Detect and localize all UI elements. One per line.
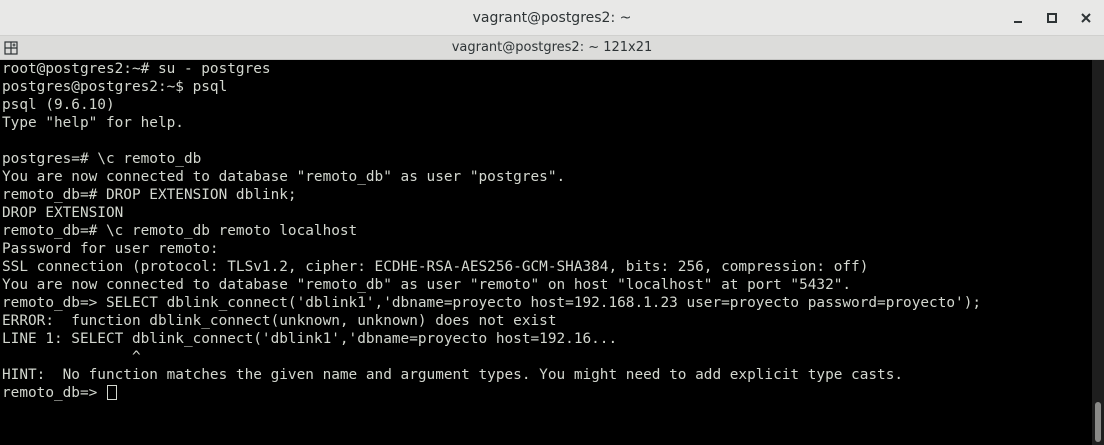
terminal-scrollbar[interactable] (1092, 60, 1104, 445)
minimize-icon (1014, 21, 1022, 23)
close-button[interactable] (1076, 8, 1096, 28)
tab-bar: vagrant@postgres2: ~ 121x21 (0, 36, 1104, 60)
minimize-button[interactable] (1008, 8, 1028, 28)
window-titlebar[interactable]: vagrant@postgres2: ~ (0, 0, 1104, 36)
terminal-line: ^ (2, 349, 141, 365)
text-cursor (106, 385, 117, 400)
tab-label[interactable]: vagrant@postgres2: ~ 121x21 (0, 36, 1104, 59)
maximize-icon (1047, 13, 1057, 23)
terminal-line: psql (9.6.10) (2, 97, 115, 113)
terminal-output[interactable]: root@postgres2:~# su - postgres postgres… (0, 60, 1092, 445)
close-icon (1081, 13, 1091, 23)
terminal-line: remoto_db=# DROP EXTENSION dblink; (2, 187, 297, 203)
terminal-line: root@postgres2:~# su - postgres (2, 61, 271, 77)
terminal-line: SSL connection (protocol: TLSv1.2, ciphe… (2, 259, 869, 275)
terminal-line: Password for user remoto: (2, 241, 219, 257)
terminal-line: ERROR: function dblink_connect(unknown, … (2, 313, 557, 329)
terminal-line: remoto_db=# \c remoto_db remoto localhos… (2, 223, 358, 239)
scrollbar-thumb[interactable] (1095, 402, 1101, 442)
terminal-line: postgres@postgres2:~$ psql (2, 79, 228, 95)
terminal-line: LINE 1: SELECT dblink_connect('dblink1',… (2, 331, 618, 347)
terminal-line: HINT: No function matches the given name… (2, 367, 904, 383)
terminal-line: You are now connected to database "remot… (2, 169, 566, 185)
maximize-button[interactable] (1042, 8, 1062, 28)
terminal-line: remoto_db=> SELECT dblink_connect('dblin… (2, 295, 982, 311)
terminal-window: vagrant@postgres2: ~ vagrant@postgres2: … (0, 0, 1104, 445)
window-title: vagrant@postgres2: ~ (472, 10, 632, 26)
terminal-prompt-line[interactable]: remoto_db=> (2, 384, 117, 402)
terminal-line: You are now connected to database "remot… (2, 277, 852, 293)
terminal-line: postgres=# \c remoto_db (2, 151, 202, 167)
terminal-line: DROP EXTENSION (2, 205, 124, 221)
terminal-line: Type "help" for help. (2, 115, 184, 131)
terminal-prompt: remoto_db=> (2, 385, 106, 401)
